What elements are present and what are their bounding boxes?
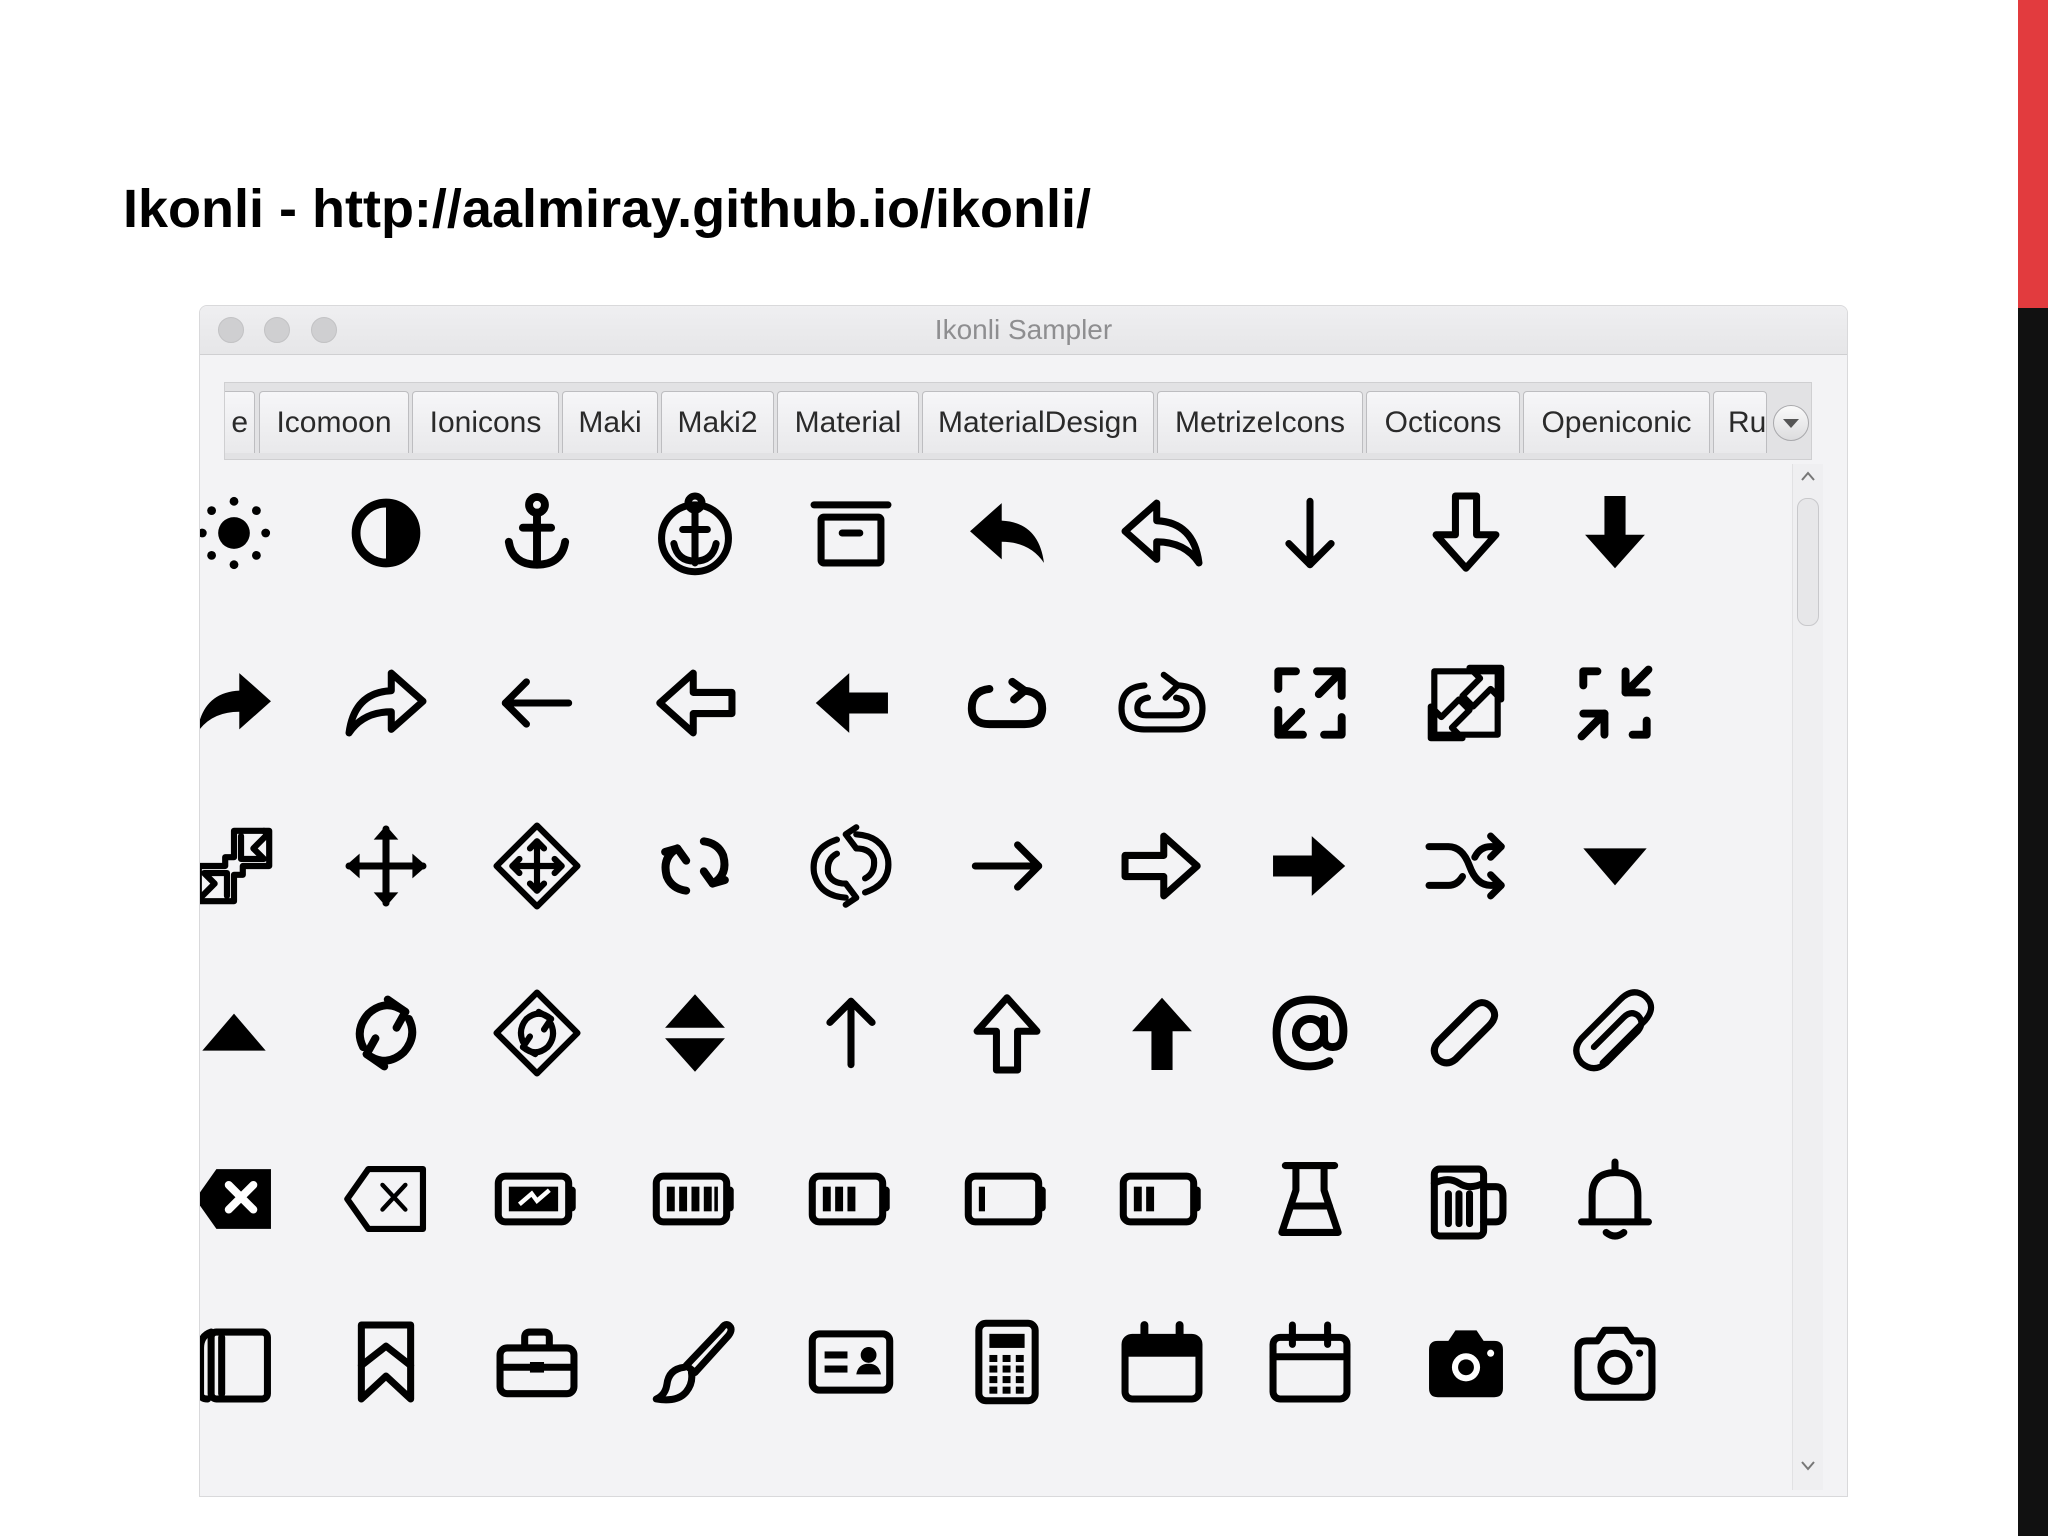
camera-outline-icon[interactable] <box>1560 1307 1670 1417</box>
zoom-window-button[interactable] <box>311 317 337 343</box>
calendar-outline-icon[interactable] <box>1255 1307 1365 1417</box>
repeat-outline-icon[interactable] <box>796 811 906 921</box>
move-icon[interactable] <box>331 811 441 921</box>
arrow-down-bold-icon[interactable] <box>1560 478 1670 588</box>
collapse-arrows-icon[interactable] <box>1560 648 1670 758</box>
triangle-down-icon[interactable] <box>1560 811 1670 921</box>
arrow-right-bold-icon[interactable] <box>1255 811 1365 921</box>
chevron-down-icon <box>1783 419 1799 428</box>
battery-low-icon[interactable] <box>952 1144 1062 1254</box>
tab-metrizeicons[interactable]: MetrizeIcons <box>1157 391 1363 453</box>
battery-mid-icon[interactable] <box>1107 1144 1217 1254</box>
scroll-up-arrow-icon[interactable] <box>1800 470 1816 482</box>
tab-octicons[interactable]: Octicons <box>1366 391 1520 453</box>
slide-title: Ikonli - http://aalmiray.github.io/ikonl… <box>123 179 1092 239</box>
close-window-button[interactable] <box>218 317 244 343</box>
tab-ionicons[interactable]: Ionicons <box>412 391 559 453</box>
shuffle-icon[interactable] <box>1411 811 1521 921</box>
arrow-up-thin-icon[interactable] <box>796 978 906 1088</box>
attachment-outline-icon[interactable] <box>1560 978 1670 1088</box>
tab-partial-left[interactable]: e <box>225 391 255 453</box>
minimize-window-button[interactable] <box>264 317 290 343</box>
anchor-icon[interactable] <box>482 478 592 588</box>
tab-maki[interactable]: Maki <box>562 391 658 453</box>
beaker-icon[interactable] <box>1255 1144 1365 1254</box>
loop-outline-icon[interactable] <box>1107 648 1217 758</box>
expand-arrows-icon[interactable] <box>1255 648 1365 758</box>
tab-maki2[interactable]: Maki2 <box>661 391 774 453</box>
arrow-down-thin-icon[interactable] <box>1255 478 1365 588</box>
arrow-left-outline-icon[interactable] <box>640 648 750 758</box>
tab-material[interactable]: Material <box>777 391 919 453</box>
expand-arrows-outline-icon[interactable] <box>1411 648 1521 758</box>
tab-materialdesign[interactable]: MaterialDesign <box>922 391 1154 453</box>
archive-icon[interactable] <box>796 478 906 588</box>
book-icon[interactable] <box>200 1307 289 1417</box>
move-outline-icon[interactable] <box>482 811 592 921</box>
bell-icon[interactable] <box>1560 1144 1670 1254</box>
backspace-filled-icon[interactable] <box>200 1144 289 1254</box>
beer-icon[interactable] <box>1411 1144 1521 1254</box>
collapse-arrows-outline-icon[interactable] <box>200 811 289 921</box>
tab-overflow-button[interactable] <box>1773 405 1809 441</box>
forward-outline-icon[interactable] <box>331 648 441 758</box>
tab-openiconic[interactable]: Openiconic <box>1523 391 1710 453</box>
reply-filled-icon[interactable] <box>952 478 1062 588</box>
sampler-window: Ikonli Sampler e Icomoon Ionicons Maki M… <box>199 305 1848 1497</box>
forward-filled-icon[interactable] <box>200 648 289 758</box>
tab-bar: e Icomoon Ionicons Maki Maki2 Material M… <box>224 382 1812 460</box>
sun-icon[interactable] <box>200 478 289 588</box>
brush-icon[interactable] <box>640 1307 750 1417</box>
backspace-outline-icon[interactable] <box>331 1144 441 1254</box>
camera-icon[interactable] <box>1411 1307 1521 1417</box>
tab-partial-right[interactable]: Ru <box>1713 391 1767 453</box>
window-titlebar: Ikonli Sampler <box>200 306 1847 355</box>
arrow-up-bold-icon[interactable] <box>1107 978 1217 1088</box>
arrow-down-outline-icon[interactable] <box>1411 478 1521 588</box>
business-card-icon[interactable] <box>796 1307 906 1417</box>
arrow-right-thin-icon[interactable] <box>952 811 1062 921</box>
arrow-right-outline-icon[interactable] <box>1107 811 1217 921</box>
sync-outline-icon[interactable] <box>482 978 592 1088</box>
slide-side-bar-accent <box>2018 0 2048 308</box>
attachment-icon[interactable] <box>1411 978 1521 1088</box>
tab-icomoon[interactable]: Icomoon <box>259 391 409 453</box>
calculator-icon[interactable] <box>952 1307 1062 1417</box>
scroll-down-arrow-icon[interactable] <box>1800 1460 1816 1472</box>
battery-high-icon[interactable] <box>796 1144 906 1254</box>
icon-grid <box>200 462 1790 1492</box>
arrow-left-thin-icon[interactable] <box>482 648 592 758</box>
battery-charge-icon[interactable] <box>482 1144 592 1254</box>
sync-icon[interactable] <box>331 978 441 1088</box>
triangle-up-icon[interactable] <box>200 978 289 1088</box>
loop-icon[interactable] <box>952 648 1062 758</box>
arrow-up-outline-icon[interactable] <box>952 978 1062 1088</box>
bookmark-icon[interactable] <box>331 1307 441 1417</box>
scrollbar-thumb[interactable] <box>1797 498 1819 626</box>
anchor-circle-icon[interactable] <box>640 478 750 588</box>
arrow-left-bold-icon[interactable] <box>796 648 906 758</box>
at-icon[interactable] <box>1255 978 1365 1088</box>
repeat-icon[interactable] <box>640 811 750 921</box>
contrast-icon[interactable] <box>331 478 441 588</box>
window-title: Ikonli Sampler <box>934 314 1113 345</box>
unsorted-icon[interactable] <box>640 978 750 1088</box>
calendar-icon[interactable] <box>1107 1307 1217 1417</box>
battery-full-icon[interactable] <box>640 1144 750 1254</box>
reply-outline-icon[interactable] <box>1107 478 1217 588</box>
vertical-scrollbar[interactable] <box>1792 464 1823 1490</box>
briefcase-icon[interactable] <box>482 1307 592 1417</box>
